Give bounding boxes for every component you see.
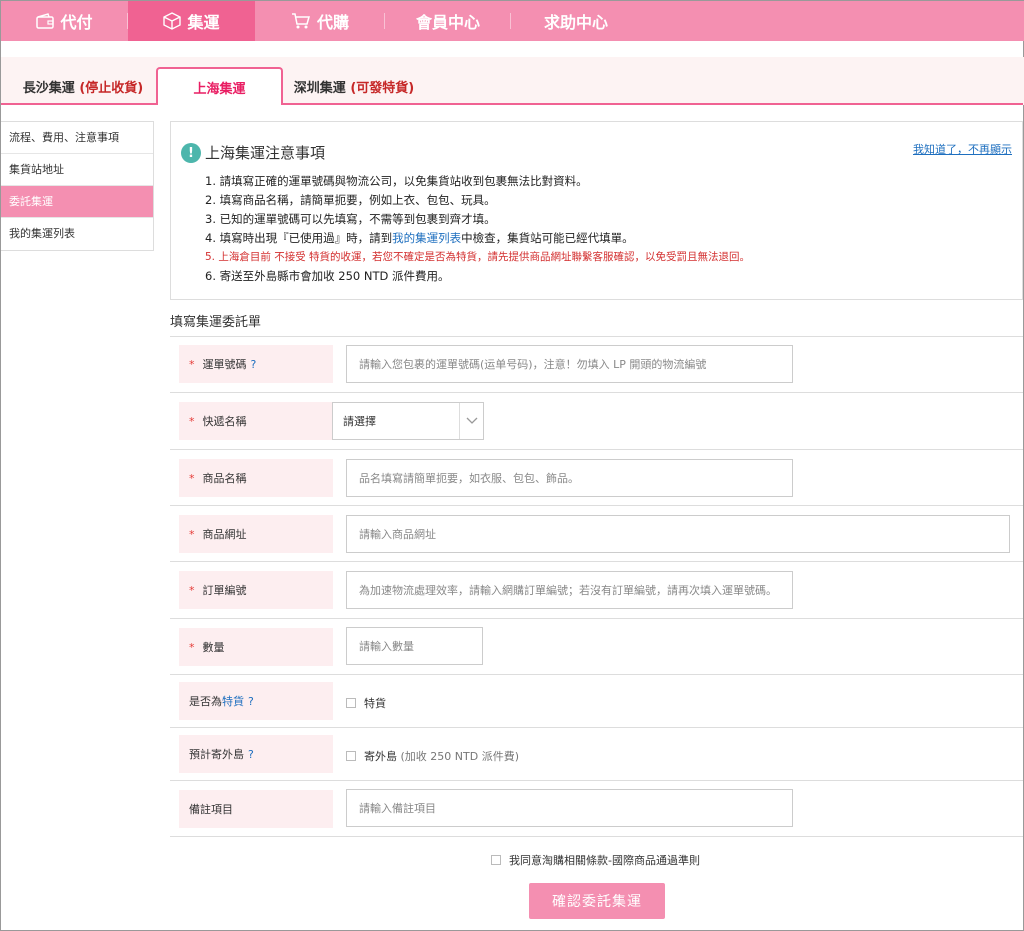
sidebar-item-consign[interactable]: 委託集運 xyxy=(1,186,153,218)
tab-changsha[interactable]: 長沙集運 (停止收貨) xyxy=(11,67,155,105)
nav-item-help-center[interactable]: 求助中心 xyxy=(511,1,641,41)
product-name-input[interactable]: 品名填寫請簡單扼要，如衣服、包包、飾品。 xyxy=(346,459,793,497)
nav-label: 代付 xyxy=(60,13,93,32)
nav-label: 會員中心 xyxy=(415,13,480,32)
special-label: 是否為 特貨? xyxy=(179,682,333,720)
order-no-input[interactable]: 為加速物流處理效率，請輸入網購訂單編號；若沒有訂單編號，請再次填入運單號碼。 xyxy=(346,571,793,609)
remarks-label: 備註項目 xyxy=(179,790,333,828)
nav-item-consolidation[interactable]: 集運 xyxy=(128,1,255,41)
row-quantity: * 數量 請輸入數量 xyxy=(170,619,1023,675)
checkbox[interactable] xyxy=(346,751,356,761)
nav-item-member-center[interactable]: 會員中心 xyxy=(385,1,511,41)
info-icon: ! xyxy=(181,143,201,163)
agreement-checkbox[interactable]: 我同意淘購相關條款-國際商品通過準則 xyxy=(491,852,700,868)
warehouse-tabs: 長沙集運 (停止收貨) 上海集運 深圳集運 (可發特貨) xyxy=(1,67,1024,105)
courier-select[interactable]: 請選擇 xyxy=(332,402,484,440)
submit-button[interactable]: 確認委託集運 xyxy=(529,883,665,919)
notice-list: 1. 請填寫正確的運單號碼與物流公司，以免集貨站收到包裹無法比對資料。 2. 填… xyxy=(205,172,750,286)
row-product-url: * 商品網址 請輸入商品網址 xyxy=(170,506,1023,562)
sidebar-item-my-list[interactable]: 我的集運列表 xyxy=(1,218,153,250)
consign-form: * 運單號碼? 請輸入您包裹的運單號碼(运单号码)，注意！勿填入 LP 開頭的物流… xyxy=(170,336,1023,837)
my-list-link[interactable]: 我的集運列表 xyxy=(392,231,461,245)
sidebar-item-process[interactable]: 流程、費用、注意事項 xyxy=(1,122,153,154)
wallet-icon xyxy=(36,13,55,29)
chevron-down-icon xyxy=(459,403,483,439)
form-title: 填寫集運委託單 xyxy=(170,315,262,330)
agreement-label: 我同意淘購相關條款-國際商品通過準則 xyxy=(509,854,700,867)
courier-label: * 快遞名稱 xyxy=(179,402,333,440)
product-name-label: * 商品名稱 xyxy=(179,459,333,497)
tab-shenzhen[interactable]: 深圳集運 (可發特貨) xyxy=(285,67,423,105)
product-url-label: * 商品網址 xyxy=(179,515,333,553)
checkbox[interactable] xyxy=(346,698,356,708)
row-courier: * 快遞名稱 請選擇 xyxy=(170,393,1023,450)
nav-item-purchase[interactable]: 代購 xyxy=(255,1,385,41)
outlying-checkbox[interactable]: 寄外島 (加收 250 NTD 派件費) xyxy=(346,748,519,764)
notice-item: 4. 填寫時出現『已使用過』時，請到我的集運列表中檢查，集貨站可能已經代填單。 xyxy=(205,231,634,245)
notice-item: 1. 請填寫正確的運單號碼與物流公司，以免集貨站收到包裹無法比對資料。 xyxy=(205,174,588,188)
row-remarks: 備註項目 請輸入備註項目 xyxy=(170,781,1023,837)
cart-icon xyxy=(291,12,311,30)
row-special: 是否為 特貨? 特貨 xyxy=(170,675,1023,728)
row-product-name: * 商品名稱 品名填寫請簡單扼要，如衣服、包包、飾品。 xyxy=(170,450,1023,506)
notice-item: 2. 填寫商品名稱，請簡單扼要，例如上衣、包包、玩具。 xyxy=(205,193,496,207)
nav-label: 集運 xyxy=(187,13,220,32)
sidebar-item-address[interactable]: 集貨站地址 xyxy=(1,154,153,186)
notice-item-warning: 5. 上海倉目前 不接受 特貨的收運，若您不確定是否為特貨，請先提供商品網址聯繫… xyxy=(205,251,751,263)
outlying-label: 預計寄外島? xyxy=(179,735,333,773)
special-checkbox[interactable]: 特貨 xyxy=(346,695,386,711)
row-outlying: 預計寄外島? 寄外島 (加收 250 NTD 派件費) xyxy=(170,728,1023,781)
tracking-label: * 運單號碼? xyxy=(179,345,333,383)
product-url-input[interactable]: 請輸入商品網址 xyxy=(346,515,1010,553)
notice-panel: ! 上海集運注意事項 我知道了，不再顯示 1. 請填寫正確的運單號碼與物流公司，… xyxy=(170,121,1023,300)
row-tracking: * 運單號碼? 請輸入您包裹的運單號碼(运单号码)，注意！勿填入 LP 開頭的物流… xyxy=(170,337,1023,393)
notice-item: 6. 寄送至外島縣市會加收 250 NTD 派件費用。 xyxy=(205,269,450,283)
nav-label: 代購 xyxy=(316,13,349,32)
top-nav: 代付 集運 代購 會員中心 求助中心 xyxy=(1,1,1024,41)
sidebar: 流程、費用、注意事項 集貨站地址 委託集運 我的集運列表 xyxy=(1,121,154,251)
nav-label: 求助中心 xyxy=(543,13,608,32)
nav-item-pay[interactable]: 代付 xyxy=(1,1,128,41)
dismiss-link[interactable]: 我知道了，不再顯示 xyxy=(913,141,1012,157)
box-icon xyxy=(163,12,182,30)
order-no-label: * 訂單編號 xyxy=(179,571,333,609)
tracking-input[interactable]: 請輸入您包裹的運單號碼(运单号码)，注意！勿填入 LP 開頭的物流編號 xyxy=(346,345,793,383)
quantity-input[interactable]: 請輸入數量 xyxy=(346,627,483,665)
notice-item: 3. 已知的運單號碼可以先填寫，不需等到包裹到齊才填。 xyxy=(205,212,496,226)
checkbox[interactable] xyxy=(491,855,501,865)
quantity-label: * 數量 xyxy=(179,628,333,666)
notice-title: 上海集運注意事項 xyxy=(205,144,326,162)
row-order-no: * 訂單編號 為加速物流處理效率，請輸入網購訂單編號；若沒有訂單編號，請再次填入運… xyxy=(170,562,1023,619)
tab-shanghai[interactable]: 上海集運 xyxy=(156,67,283,105)
remarks-input[interactable]: 請輸入備註項目 xyxy=(346,789,793,827)
